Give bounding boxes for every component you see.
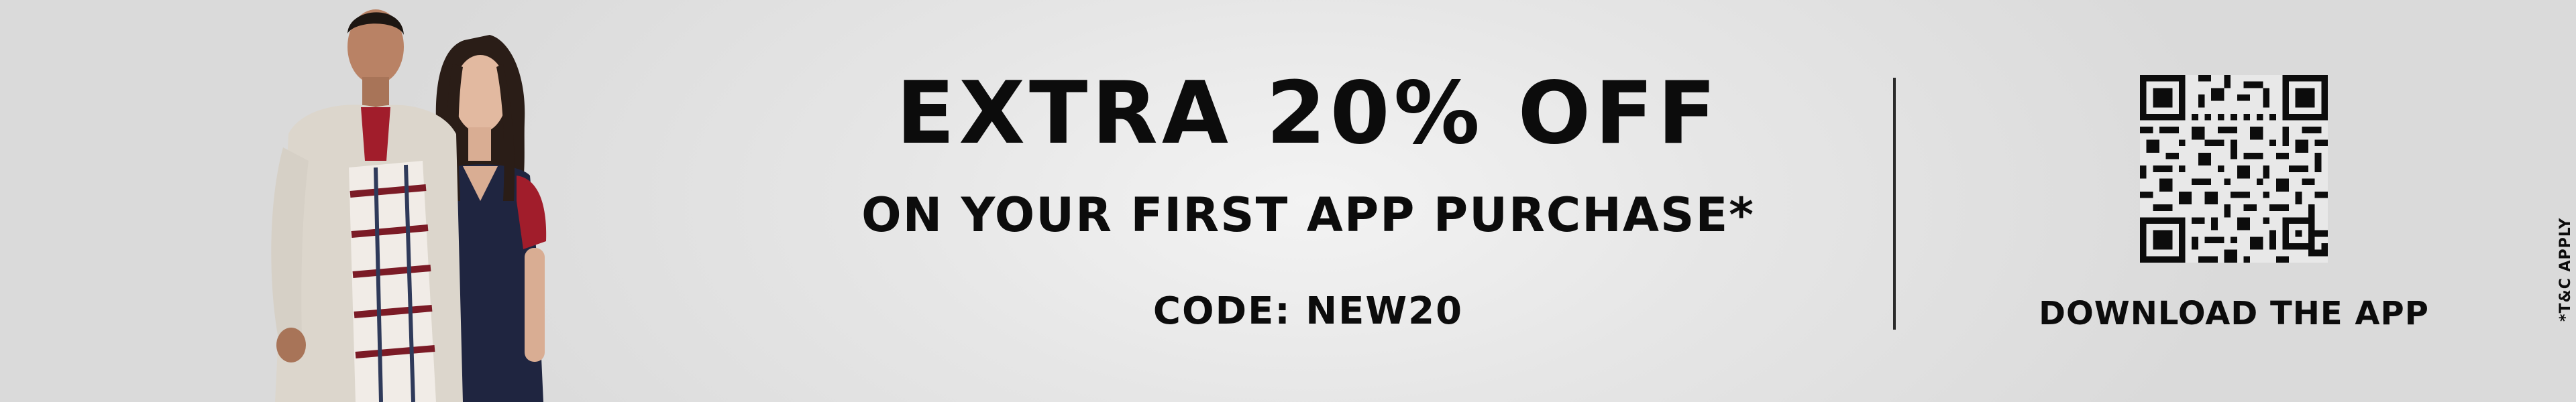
app-promo-banner[interactable]: EXTRA 20% OFF ON YOUR FIRST APP PURCHASE… bbox=[0, 0, 2576, 402]
divider bbox=[1893, 78, 1896, 330]
download-app-label[interactable]: DOWNLOAD THE APP bbox=[1999, 295, 2469, 332]
terms-conditions-note: *T&C APPLY bbox=[2557, 217, 2574, 322]
models-image bbox=[271, 9, 547, 402]
promo-headline: EXTRA 20% OFF bbox=[896, 64, 1721, 163]
promo-subline: ON YOUR FIRST APP PURCHASE* bbox=[861, 188, 1755, 243]
promo-code: CODE: NEW20 bbox=[1152, 289, 1464, 333]
qr-code-icon[interactable] bbox=[2140, 75, 2328, 263]
